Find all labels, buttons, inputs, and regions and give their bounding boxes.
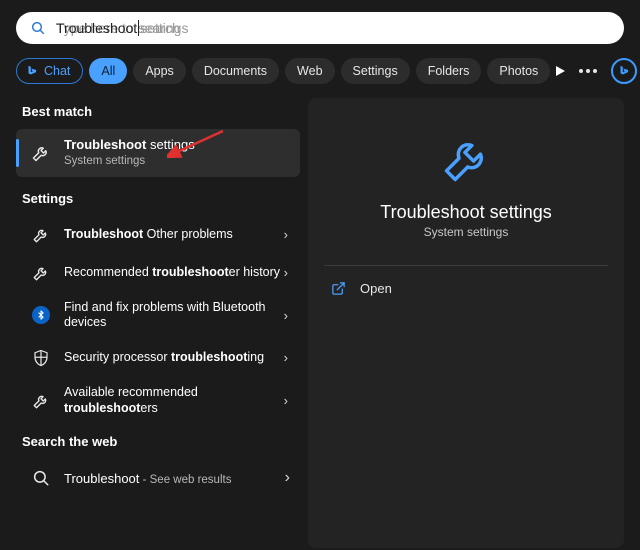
open-external-icon (330, 280, 346, 296)
search-bar[interactable] (16, 12, 624, 44)
play-icon[interactable] (556, 66, 565, 76)
chevron-right-icon: › (282, 265, 290, 280)
settings-results-list: Troubleshoot Other problems › Recommende… (16, 216, 300, 425)
best-match-subtitle: System settings (64, 154, 290, 168)
best-match-title: Troubleshoot settings (64, 137, 290, 153)
bing-chat-icon (25, 64, 39, 78)
filter-documents[interactable]: Documents (192, 58, 279, 84)
wrench-icon (30, 390, 52, 412)
preview-pane: Troubleshoot settings System settings Op… (308, 98, 624, 548)
results-column: Best match Troubleshoot settings System … (0, 98, 300, 548)
filter-apps[interactable]: Apps (133, 58, 186, 84)
chevron-right-icon: › (282, 393, 290, 408)
wrench-icon (30, 224, 52, 246)
filter-folders[interactable]: Folders (416, 58, 482, 84)
settings-result-other-problems[interactable]: Troubleshoot Other problems › (16, 216, 300, 254)
shield-icon (30, 347, 52, 369)
settings-result-security-processor[interactable]: Security processor troubleshooting › (16, 339, 300, 377)
more-icon[interactable] (579, 69, 597, 73)
best-match-result[interactable]: Troubleshoot settings System settings (16, 129, 300, 177)
section-best-match: Best match (22, 104, 300, 119)
settings-result-history[interactable]: Recommended troubleshooter history › (16, 254, 300, 292)
bing-icon[interactable] (611, 58, 637, 84)
chevron-right-icon: › (282, 350, 290, 365)
chevron-right-icon: › (282, 308, 290, 323)
open-label: Open (360, 281, 392, 296)
filter-web[interactable]: Web (285, 58, 334, 84)
settings-result-available[interactable]: Available recommended troubleshooters › (16, 377, 300, 424)
search-icon (30, 467, 52, 489)
filter-chat-label: Chat (44, 64, 70, 78)
wrench-icon (30, 142, 52, 164)
section-settings: Settings (22, 191, 300, 206)
filter-photos[interactable]: Photos (487, 58, 550, 84)
filter-chat[interactable]: Chat (16, 58, 83, 84)
chevron-right-icon: › (282, 227, 290, 242)
settings-result-bluetooth[interactable]: Find and fix problems with Bluetooth dev… (16, 292, 300, 339)
filter-all[interactable]: All (89, 58, 127, 84)
filter-settings[interactable]: Settings (341, 58, 410, 84)
search-input[interactable] (56, 20, 610, 36)
wrench-icon (30, 262, 52, 284)
web-result[interactable]: Troubleshoot - See web results › (16, 459, 300, 497)
bluetooth-icon (30, 304, 52, 326)
section-search-web: Search the web (22, 434, 300, 449)
open-action[interactable]: Open (308, 266, 624, 310)
search-panel: Troubleshoot settings Chat All Apps Docu… (0, 0, 640, 550)
preview-subtitle: System settings (424, 225, 509, 239)
chevron-right-icon: › (285, 469, 290, 487)
wrench-icon (438, 132, 494, 188)
filter-row: Chat All Apps Documents Web Settings Fol… (16, 56, 624, 86)
preview-title: Troubleshoot settings (380, 202, 551, 223)
search-icon (30, 20, 46, 36)
